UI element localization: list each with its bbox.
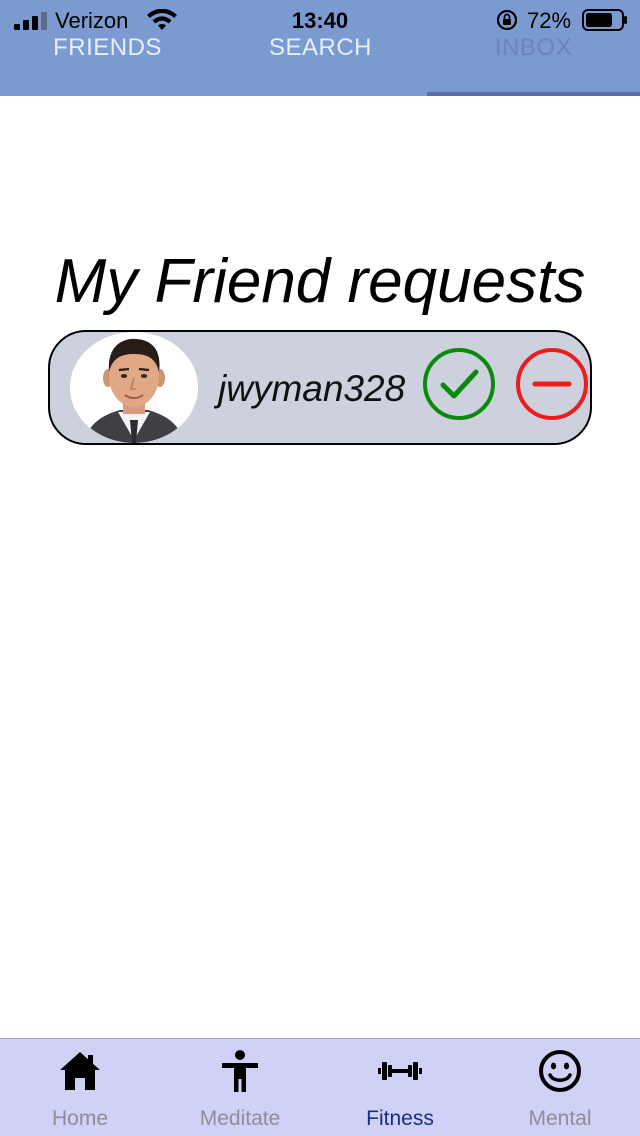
minus-circle-icon (516, 348, 588, 420)
tab-fitness-label: Fitness (366, 1107, 434, 1130)
smiley-icon (539, 1050, 581, 1092)
request-username: jwyman328 (218, 368, 406, 409)
tab-mental-label: Mental (528, 1107, 592, 1130)
decline-request-button[interactable] (515, 347, 589, 421)
tab-meditate[interactable]: Meditate (160, 1039, 320, 1136)
tab-mental[interactable]: Mental (480, 1039, 640, 1136)
tab-meditate-label: Meditate (199, 1107, 281, 1130)
tab-fitness[interactable]: Fitness (320, 1039, 480, 1136)
man-portrait-avatar (70, 332, 198, 443)
dumbbell-icon (378, 1062, 422, 1080)
top-tab-bar: FRIENDS SEARCH INBOX (0, 32, 640, 96)
tab-friends[interactable]: FRIENDS (1, 34, 214, 70)
orientation-lock-icon (496, 9, 518, 31)
tab-selected-indicator (427, 92, 640, 96)
person-stretch-icon (222, 1050, 258, 1092)
avatar (70, 332, 198, 443)
tab-home-label: Home (51, 1107, 109, 1130)
top-header: Verizon 13:40 72% FRIENDS SEARCH INBOX (0, 0, 640, 96)
friend-request-card: jwyman328 (48, 330, 592, 445)
check-circle-icon (423, 348, 495, 420)
page-title: My Friend requests (54, 247, 586, 316)
tab-inbox[interactable]: INBOX (427, 34, 640, 70)
home-icon (60, 1052, 100, 1090)
tab-home[interactable]: Home (0, 1039, 160, 1136)
battery-icon (582, 9, 627, 31)
accept-request-button[interactable] (422, 347, 496, 421)
tab-search[interactable]: SEARCH (214, 34, 427, 70)
battery-percent: 72% (527, 8, 572, 33)
bottom-tab-bar: Home Meditate Fitness Mental (0, 1038, 640, 1136)
